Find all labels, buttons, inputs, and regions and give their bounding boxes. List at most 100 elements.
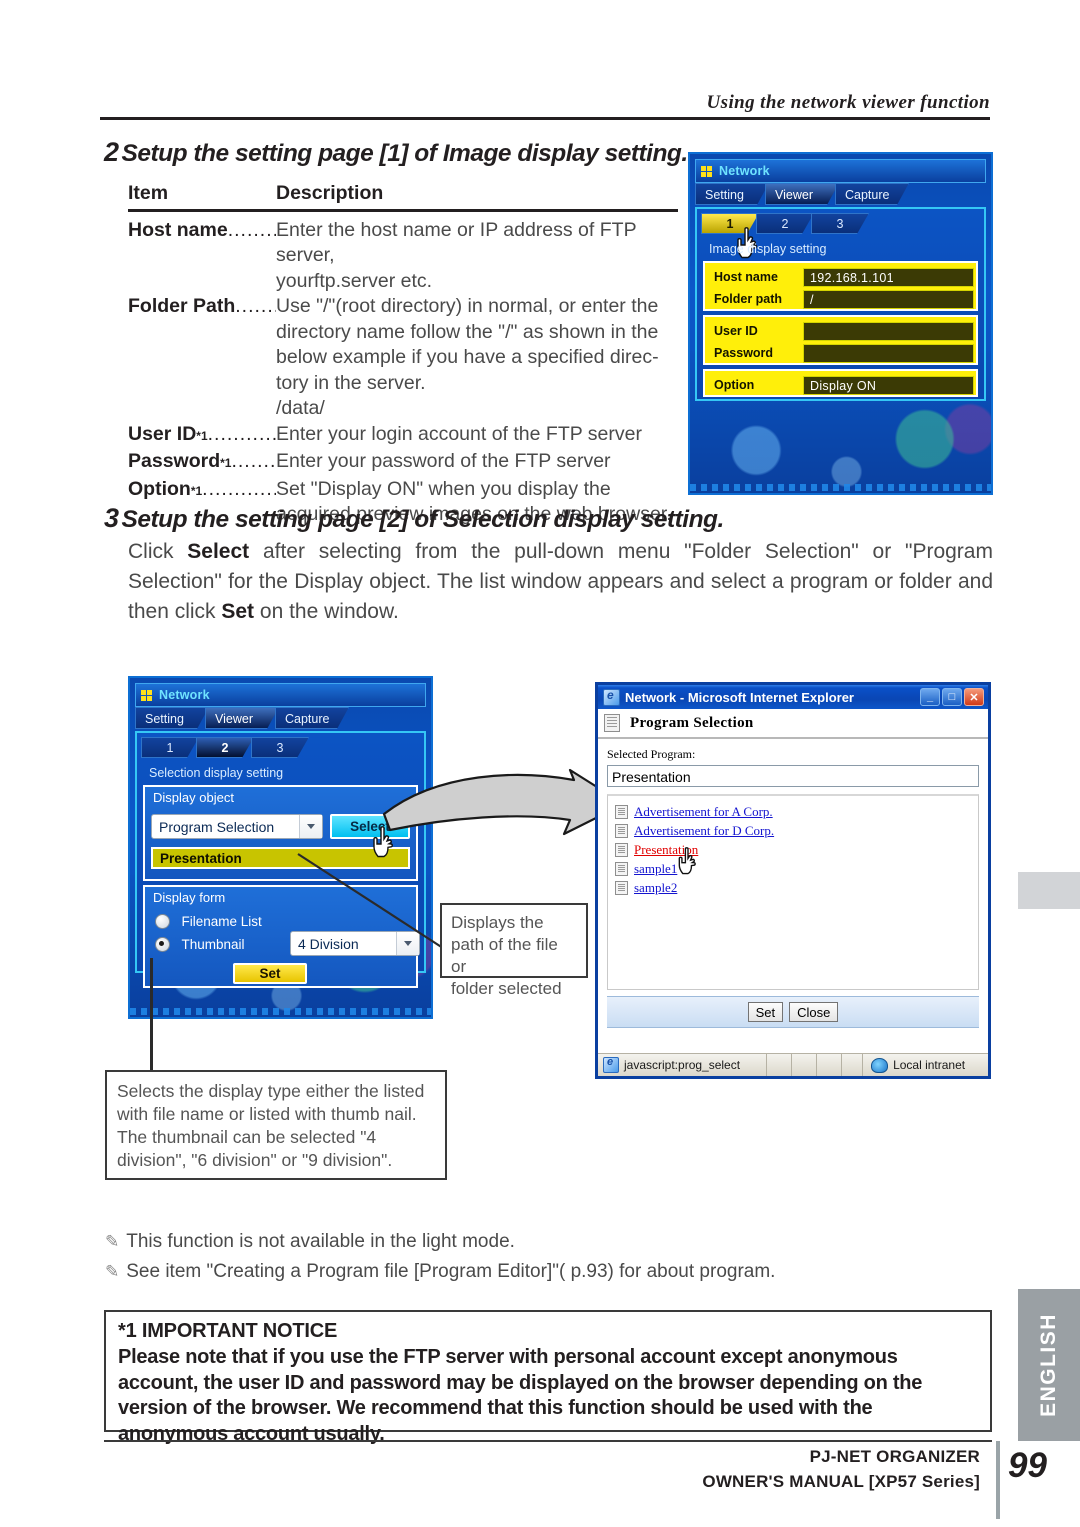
selected-program-input[interactable]: Presentation (607, 765, 979, 787)
program-list: Advertisement for A Corp. Advertisement … (607, 794, 979, 990)
tab-viewer[interactable]: Viewer (205, 707, 279, 729)
page-tab-3[interactable]: 3 (811, 213, 869, 234)
footer: PJ-NET ORGANIZER OWNER'S MANUAL [XP57 Se… (340, 1447, 980, 1492)
maximize-button[interactable]: □ (942, 688, 962, 706)
tab-capture[interactable]: Capture (275, 707, 349, 729)
osd-section-title: Image display setting (709, 242, 827, 256)
tab-viewer[interactable]: Viewer (765, 183, 839, 205)
field-row-password: Password (707, 343, 974, 363)
column-header-description: Description (276, 182, 384, 204)
page-tab-2[interactable]: 2 (196, 737, 254, 758)
running-head: Using the network viewer function (706, 92, 990, 113)
field-group-option: Option Display ON (703, 369, 978, 397)
table-row: User ID*1............... Enter your logi… (128, 422, 678, 450)
ie-button-bar: Set Close (607, 996, 979, 1028)
hand-cursor-icon (678, 847, 696, 875)
step3-title: Setup the setting page [2] of Selection … (121, 506, 725, 533)
value-folder-path[interactable]: / (803, 289, 974, 309)
row-item: Folder Path ......... (128, 294, 276, 422)
note-item: ✎ This function is not available in the … (105, 1227, 995, 1257)
callout-path-line1: Displays the (451, 913, 544, 932)
window-buttons: _ □ ✕ (920, 688, 985, 706)
row-item: Password*1.......... (128, 449, 276, 477)
row-item-label: Folder Path (128, 295, 236, 317)
ie-content: Selected Program: Presentation Advertise… (598, 739, 988, 1028)
value-user-id[interactable] (803, 321, 974, 341)
table-row: Host name........... Enter the host name… (128, 218, 678, 295)
callout-display-type: Selects the display type either the list… (105, 1070, 447, 1180)
minimize-button[interactable]: _ (920, 688, 940, 706)
desc-line: /data/ (276, 397, 325, 419)
ie-close-button[interactable]: Close (789, 1002, 839, 1022)
notes-list: ✎ This function is not available in the … (105, 1227, 995, 1287)
ie-page-heading: Program Selection (630, 714, 754, 731)
paragraph-text: on the window. (254, 600, 399, 623)
page-tab-2[interactable]: 2 (756, 213, 814, 234)
step3-heading: 3 Setup the setting page [2] of Selection… (104, 503, 724, 534)
osd-window-title: Network (159, 688, 210, 702)
set-button[interactable]: Set (233, 963, 307, 984)
radio-filename-list[interactable]: Filename List (155, 913, 262, 931)
leader-dots: ................ (202, 477, 276, 500)
tab-setting[interactable]: Setting (695, 183, 769, 205)
list-item-link[interactable]: sample1 (634, 861, 677, 877)
radio-thumbnail-label: Thumbnail (181, 937, 245, 952)
radio-filename-list-label: Filename List (181, 914, 262, 929)
program-icon (615, 880, 628, 895)
list-item[interactable]: Advertisement for A Corp. (615, 802, 978, 821)
page-number: 99 (1008, 1446, 1047, 1485)
callout-path: Displays the path of the file or folder … (440, 903, 588, 998)
important-notice-box: *1 IMPORTANT NOTICE Please note that if … (104, 1310, 992, 1445)
footer-rule (104, 1440, 992, 1442)
tab-setting[interactable]: Setting (135, 707, 209, 729)
display-object-select[interactable]: Program Selection (151, 814, 323, 839)
desc-line: directory name follow the "/" as shown i… (276, 320, 659, 343)
display-object-label: Display object (153, 790, 234, 805)
list-item-link[interactable]: sample2 (634, 880, 677, 896)
status-divider (862, 1054, 864, 1076)
item-description-table: Item Description Host name........... En… (128, 182, 678, 528)
grid-dots-icon (141, 689, 153, 701)
osd-content-box: 1 2 3 Image display setting Host name 19… (695, 207, 986, 401)
emphasis-term: Select (187, 540, 250, 563)
ie-logo-icon (603, 688, 620, 706)
internet-zone-icon (871, 1057, 889, 1073)
list-item[interactable]: sample2 (615, 878, 978, 897)
header-rule (100, 117, 990, 120)
value-option[interactable]: Display ON (803, 375, 974, 395)
list-item-link[interactable]: Advertisement for D Corp. (634, 823, 774, 839)
chevron-down-icon[interactable] (299, 815, 322, 838)
label-folder-path: Folder path (714, 292, 783, 306)
status-divider (791, 1054, 793, 1076)
manual-page: Using the network viewer function 2 Setup… (0, 0, 1080, 1527)
row-item: User ID*1............... (128, 422, 276, 450)
list-item[interactable]: sample1 (615, 859, 978, 878)
radio-thumbnail[interactable]: Thumbnail (155, 936, 244, 954)
step3-paragraph: Click Select after selecting from the pu… (128, 537, 993, 627)
row-item-label: Host name (128, 218, 228, 241)
ie-status-bar: javascript:prog_select Local intranet (598, 1053, 988, 1076)
list-item[interactable]: Advertisement for D Corp. (615, 821, 978, 840)
ie-set-button[interactable]: Set (747, 1002, 784, 1022)
page-tab-3[interactable]: 3 (251, 737, 309, 758)
note-text: This function is not available in the li… (126, 1231, 515, 1252)
osd-section-title: Selection display setting (149, 766, 284, 780)
column-header-item: Item (128, 182, 169, 204)
list-item-link[interactable]: Advertisement for A Corp. (634, 804, 773, 820)
field-group-host: Host name 192.168.1.101 Folder path / (703, 261, 978, 311)
osd-main-tabs: Setting Viewer Capture (135, 707, 426, 729)
close-button[interactable]: ✕ (964, 688, 984, 706)
osd-image-display-panel: Network Setting Viewer Capture 1 2 3 Ima… (688, 152, 993, 495)
page-tab-1[interactable]: 1 (141, 737, 199, 758)
value-host-name[interactable]: 192.168.1.101 (803, 267, 974, 287)
note-text: See item "Creating a Program file [Progr… (126, 1261, 776, 1282)
tab-capture[interactable]: Capture (835, 183, 909, 205)
language-side-tab-label: ENGLISH (1037, 1313, 1060, 1417)
radio-icon[interactable] (155, 937, 170, 953)
radio-icon[interactable] (155, 914, 170, 930)
value-password[interactable] (803, 343, 974, 363)
leader-dots: ......... (235, 295, 276, 317)
desc-line: yourftp.server etc. (276, 269, 433, 292)
status-divider (766, 1054, 768, 1076)
list-item[interactable]: Presentation (615, 840, 978, 875)
